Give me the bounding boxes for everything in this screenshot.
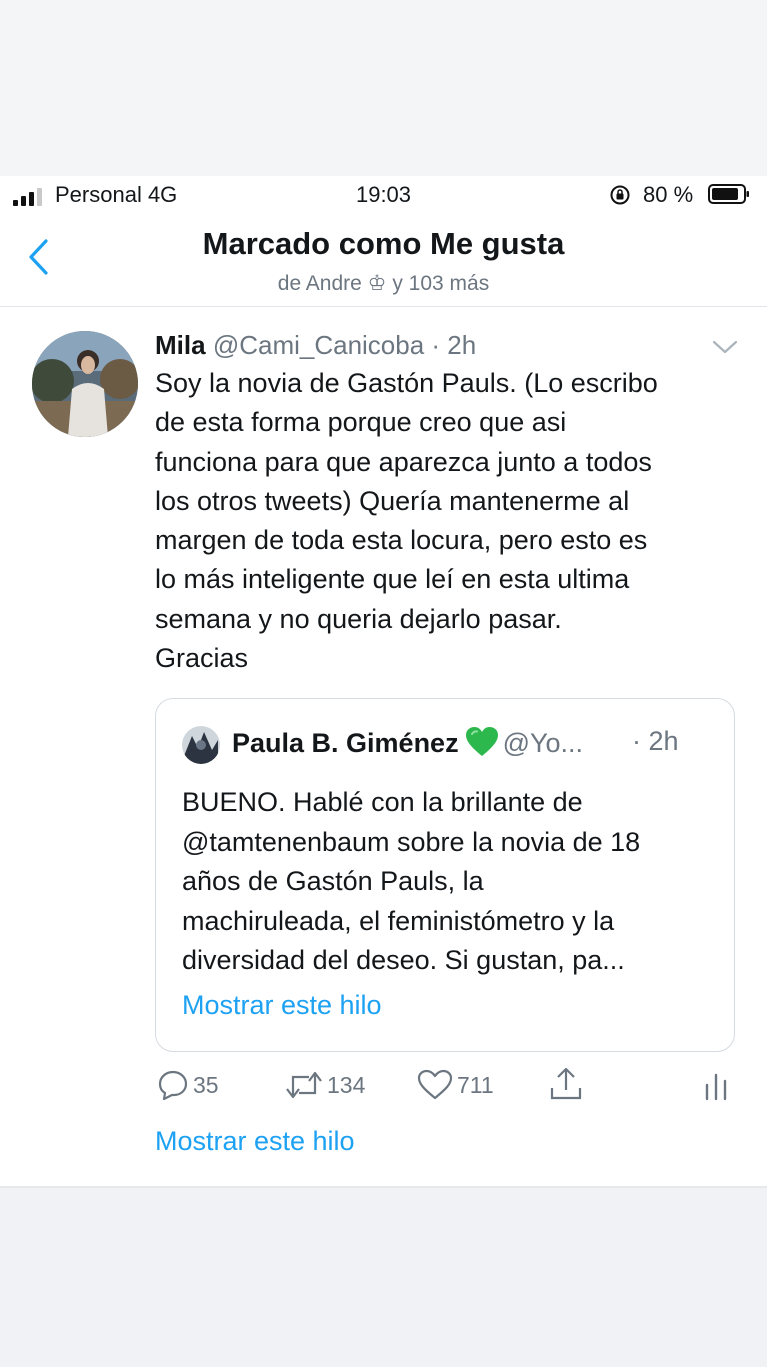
quoted-text-line: BUENO. Hablé con la brillante de (182, 787, 583, 817)
quoted-text-line: machiruleada, el feministómetro y la (182, 905, 615, 936)
quoted-text-line: años de Gastón Pauls, la (182, 866, 484, 896)
quoted-text-line[interactable]: @tamtenenbaum sobre la novia de 18 (182, 823, 722, 863)
chevron-down-icon[interactable] (710, 338, 740, 356)
tweet-text-line: margen de toda esta locura, pero esto es (155, 525, 648, 556)
quoted-header: Paula B. Giménez @Yo... (232, 726, 583, 759)
quoted-text: BUENO. Hablé con la brillante de @tamten… (182, 783, 722, 981)
bottom-blank-area (0, 1186, 767, 1367)
tweet-text-line: semana y no queria dejarlo pasar. (155, 603, 562, 634)
liked-by-summary[interactable]: de Andre ♔ y 103 más (0, 271, 767, 296)
reply-icon (158, 1070, 188, 1101)
tweet-text-line: de esta forma porque creo que asi (155, 407, 567, 438)
tweet-text-line: los otros tweets) Quería mantenerme al (155, 485, 630, 516)
quoted-author-name: Paula B. Giménez (232, 728, 459, 758)
analytics-icon[interactable] (703, 1069, 729, 1101)
status-bar: Personal 4G 19:03 80 % (0, 176, 767, 216)
like-count: 711 (457, 1071, 494, 1098)
quoted-tweet-card[interactable]: Paula B. Giménez @Yo... · 2h BUENO. Habl… (155, 698, 735, 1052)
tweet-text-line: Gracias (155, 643, 249, 674)
quoted-time: · 2h (632, 726, 679, 756)
reply-button[interactable]: 35 (157, 1068, 219, 1102)
page-title: Marcado como Me gusta (202, 226, 565, 261)
retweet-icon (286, 1071, 322, 1099)
reply-count: 35 (193, 1071, 219, 1098)
like-button[interactable]: 711 (417, 1068, 494, 1102)
tweet-header: Mila @Cami_Canicoba · 2h (155, 330, 476, 361)
show-thread-link[interactable]: Mostrar este hilo (155, 1126, 355, 1157)
quoted-avatar (182, 726, 220, 764)
top-blank-area (0, 0, 767, 176)
tweet-text-line: Soy la novia de Gastón Pauls. (Lo escrib… (155, 368, 658, 398)
share-icon[interactable] (549, 1066, 583, 1102)
quoted-author-handle: @Yo... (502, 728, 584, 758)
app-screen: Personal 4G 19:03 80 % Marcado como Me g… (0, 176, 767, 1186)
orientation-lock-icon (610, 185, 630, 205)
tweet-text: Soy la novia de Gastón Pauls. (Lo escrib… (155, 364, 745, 678)
quoted-show-thread-link[interactable]: Mostrar este hilo (182, 990, 382, 1021)
avatar[interactable] (32, 331, 138, 437)
retweet-button[interactable]: 134 (285, 1068, 365, 1102)
quoted-text-line: diversidad del deseo. Si gustan, pa... (182, 945, 625, 975)
heart-icon (417, 1069, 453, 1100)
author-name[interactable]: Mila (155, 330, 206, 360)
retweet-count: 134 (327, 1071, 366, 1098)
battery-percentage: 80 % (643, 182, 694, 207)
green-heart-icon (465, 727, 498, 756)
author-handle-time[interactable]: @Cami_Canicoba · 2h (213, 330, 476, 360)
battery-icon (708, 184, 749, 204)
tweet-text-line: funciona para que aparezca junto a todos (155, 446, 652, 477)
tweet-text-line: lo más inteligente que leí en esta ultim… (155, 564, 630, 595)
